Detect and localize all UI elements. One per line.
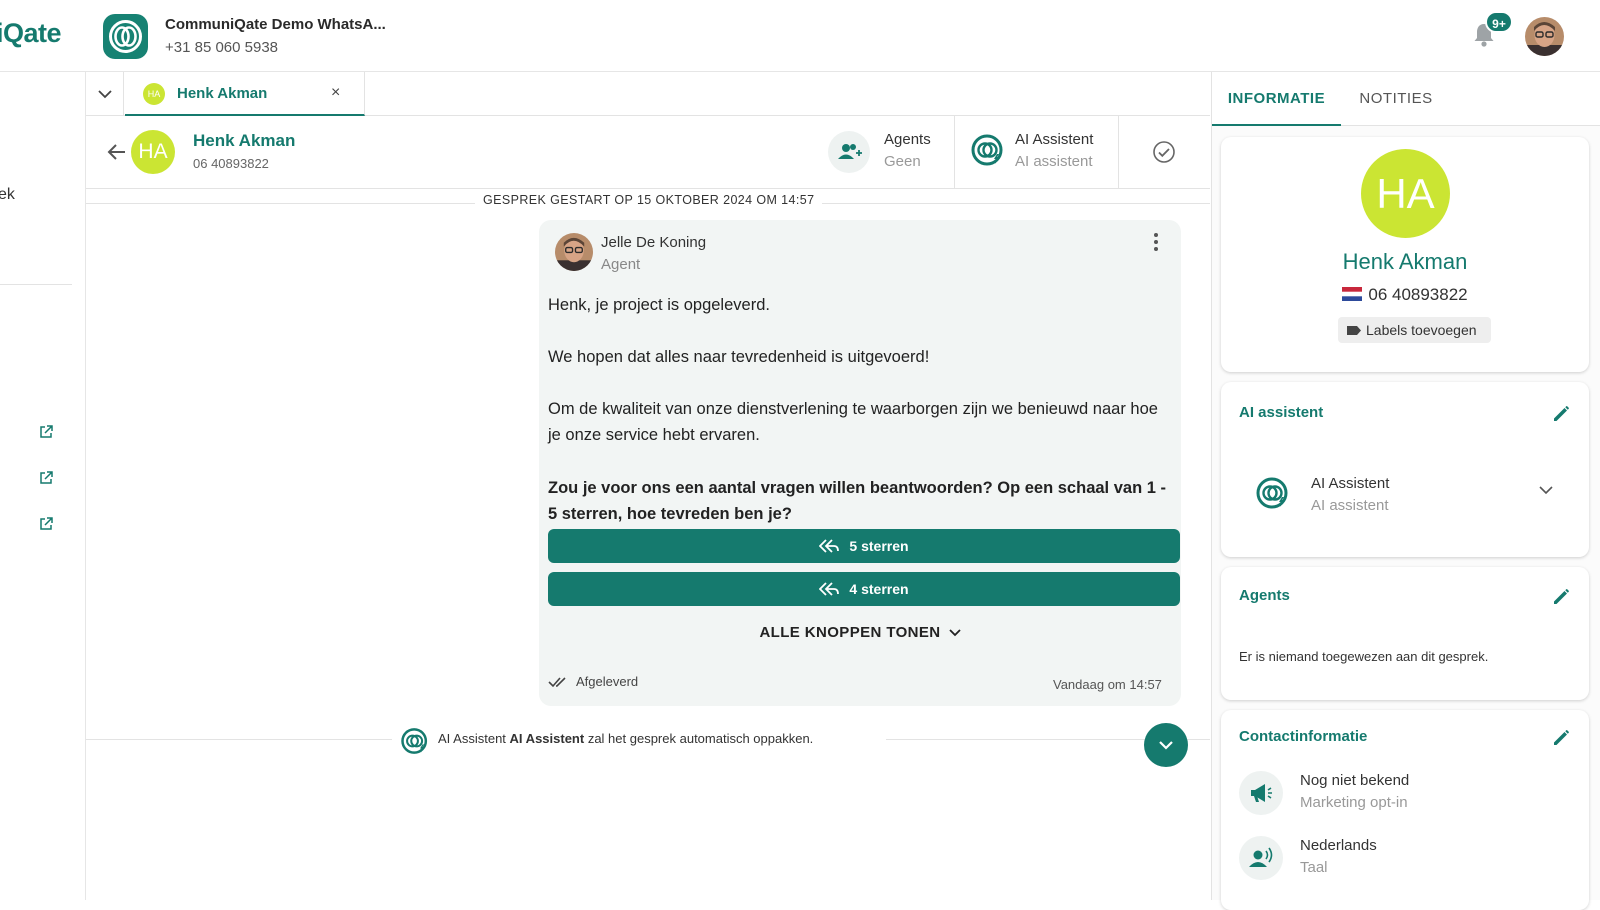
- delivery-status: Afgeleverd: [576, 674, 639, 689]
- contact-card-title: Contactinformatie: [1239, 728, 1368, 745]
- message-paragraph: Henk, je project is opgeleverd.: [548, 296, 770, 314]
- quick-reply-label: 4 sterren: [849, 581, 909, 597]
- system-message-suffix: zal het gesprek automatisch oppakken.: [587, 731, 814, 746]
- chevron-down-icon: [948, 629, 961, 637]
- left-sidebar: ek: [0, 72, 86, 900]
- agents-card: Agents Er is niemand toegewezen aan dit …: [1221, 567, 1589, 700]
- close-tab-icon[interactable]: ×: [331, 84, 340, 102]
- language-value: Nederlands: [1300, 837, 1377, 854]
- user-avatar[interactable]: [1525, 17, 1564, 56]
- chevron-down-icon: [1159, 741, 1173, 750]
- system-message: AI Assistent AI Assistent zal het gespre…: [392, 725, 886, 755]
- profile-phone: 06 40893822: [1221, 285, 1589, 305]
- speaking-person-icon: [1239, 836, 1283, 880]
- quick-reply-button[interactable]: 5 sterren: [548, 529, 1180, 563]
- info-panel-tabs: INFORMATIE NOTITIES: [1212, 72, 1600, 126]
- header-divider: [954, 116, 955, 188]
- tab-conversation-henk-akman[interactable]: HA Henk Akman ×: [125, 72, 365, 116]
- quick-reply-label: 5 sterren: [849, 538, 909, 554]
- conversation-header: HA Henk Akman 06 40893822 Agents Geen AI…: [86, 116, 1210, 189]
- conversation-area: HA Henk Akman × HA Henk Akman 06 4089382…: [86, 72, 1210, 900]
- channel-logo-icon: [103, 14, 148, 59]
- ai-assistant-title: AI Assistent: [1015, 131, 1094, 148]
- netherlands-flag-icon: [1342, 287, 1363, 301]
- show-all-label: ALLE KNOPPEN TONEN: [759, 624, 941, 641]
- message-paragraph: Om de kwaliteit van onze dienstverlening…: [548, 400, 1158, 444]
- top-bar: iQate CommuniQate Demo WhatsA... +31 85 …: [0, 0, 1600, 72]
- sidebar-item-label[interactable]: ek: [0, 186, 15, 204]
- brand-logo-text: iQate: [0, 18, 62, 48]
- profile-phone-number: 06 40893822: [1368, 285, 1468, 304]
- ai-assistant-value[interactable]: AI assistent: [1015, 153, 1093, 170]
- ai-assistant-icon: [1255, 475, 1291, 511]
- reply-all-icon: [819, 539, 840, 553]
- assign-agents-icon[interactable]: [828, 131, 870, 173]
- agents-empty-text: Er is niemand toegewezen aan dit gesprek…: [1239, 649, 1489, 664]
- contact-info-card: Contactinformatie Nog niet bekend Market…: [1221, 710, 1589, 910]
- marketing-optin-label: Marketing opt-in: [1300, 794, 1408, 811]
- sender-name: Jelle De Koning: [601, 234, 707, 251]
- language-label: Taal: [1300, 859, 1328, 876]
- notifications-badge: 9+: [1485, 11, 1513, 33]
- external-link-icon[interactable]: [38, 424, 54, 440]
- back-arrow-icon[interactable]: [107, 143, 127, 161]
- agents-card-title: Agents: [1239, 587, 1290, 604]
- add-labels-label: Labels toevoegen: [1366, 322, 1477, 338]
- contact-name[interactable]: Henk Akman: [193, 131, 295, 151]
- tab-informatie[interactable]: INFORMATIE: [1212, 72, 1341, 126]
- contact-avatar: HA: [131, 130, 175, 174]
- tab-notities[interactable]: NOTITIES: [1341, 72, 1451, 126]
- system-message-bold: AI Assistent: [509, 731, 585, 746]
- info-panel: INFORMATIE NOTITIES HA Henk Akman 06 408…: [1211, 72, 1600, 910]
- system-message-text: AI Assistent AI Assistent zal het gespre…: [438, 731, 813, 746]
- tabs-collapse-chevron-icon[interactable]: [86, 72, 124, 116]
- agents-value[interactable]: Geen: [884, 153, 921, 170]
- tab-avatar: HA: [143, 83, 165, 105]
- marketing-optin-value: Nog niet bekend: [1300, 772, 1410, 789]
- sender-avatar: [555, 233, 593, 271]
- ai-card-title: AI assistent: [1239, 404, 1324, 421]
- message-timestamp: Vandaag om 14:57: [1053, 677, 1162, 692]
- resolve-check-icon[interactable]: [1152, 140, 1176, 164]
- sender-role: Agent: [601, 256, 641, 273]
- message-paragraph: We hopen dat alles naar tevredenheid is …: [548, 348, 930, 366]
- quick-reply-button[interactable]: 4 sterren: [548, 572, 1180, 606]
- message-question: Zou je voor ons een aantal vragen willen…: [548, 479, 1166, 523]
- ai-card-subtitle: AI assistent: [1311, 497, 1389, 514]
- edit-pencil-icon[interactable]: [1551, 726, 1573, 748]
- conversation-tab-strip: HA Henk Akman ×: [86, 72, 1210, 116]
- conversation-started-label: GESPREK GESTART OP 15 OKTOBER 2024 OM 14…: [475, 193, 823, 207]
- header-divider: [1118, 116, 1119, 188]
- edit-pencil-icon[interactable]: [1551, 402, 1573, 424]
- scroll-to-bottom-button[interactable]: [1144, 723, 1188, 767]
- tab-label[interactable]: Henk Akman: [177, 85, 267, 102]
- chevron-down-icon[interactable]: [1539, 486, 1553, 495]
- message-menu-icon[interactable]: [1153, 232, 1159, 252]
- sidebar-divider: [0, 284, 72, 285]
- profile-card: HA Henk Akman 06 40893822 Labels toevoeg…: [1221, 137, 1589, 372]
- add-labels-button[interactable]: Labels toevoegen: [1338, 317, 1491, 343]
- megaphone-icon: [1239, 771, 1283, 815]
- ai-assistant-icon[interactable]: [970, 132, 1006, 168]
- channel-phone: +31 85 060 5938: [165, 39, 279, 56]
- ai-card-name: AI Assistent: [1311, 475, 1390, 492]
- channel-name[interactable]: CommuniQate Demo WhatsA...: [165, 16, 386, 33]
- agents-title: Agents: [884, 131, 931, 148]
- ai-assistant-card: AI assistent AI Assistent AI assistent: [1221, 382, 1589, 557]
- ai-assistant-icon: [400, 726, 430, 756]
- profile-name: Henk Akman: [1342, 249, 1468, 274]
- profile-avatar: HA: [1361, 149, 1450, 238]
- contact-phone: 06 40893822: [193, 156, 269, 171]
- external-link-icon[interactable]: [38, 470, 54, 486]
- delivered-checkmarks-icon: [548, 676, 568, 688]
- reply-all-icon: [819, 582, 840, 596]
- system-message-prefix: AI Assistent: [438, 731, 506, 746]
- show-all-buttons-toggle[interactable]: ALLE KNOPPEN TONEN: [539, 624, 1181, 641]
- edit-pencil-icon[interactable]: [1551, 585, 1573, 607]
- message-bubble: Jelle De Koning Agent Henk, je project i…: [539, 220, 1181, 706]
- label-tag-icon: [1347, 326, 1361, 335]
- external-link-icon[interactable]: [38, 516, 54, 532]
